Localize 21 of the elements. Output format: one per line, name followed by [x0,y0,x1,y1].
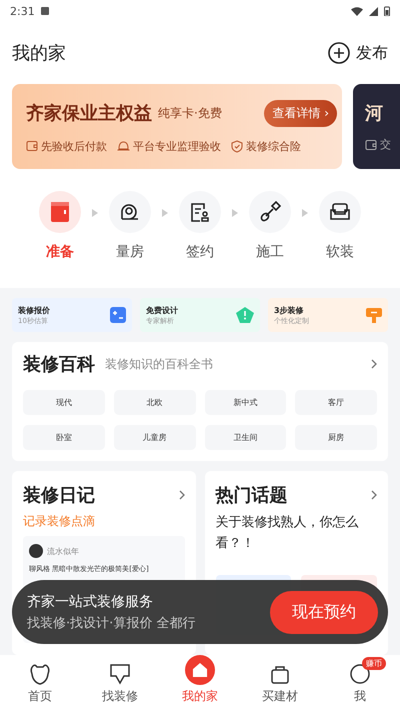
section-subtitle: 装修知识的百科全书 [105,356,213,372]
promo-title: 河 [365,102,383,125]
promo-subtitle: 纯享卡·免费 [158,104,222,122]
benefit-text: 交 [380,137,391,152]
shortcut-title: 装修报价 [18,304,51,316]
page-title: 我的家 [12,42,67,65]
shortcut-title: 3步装修 [274,304,305,316]
section-title: 热门话题 [216,484,288,507]
shortcut-title: 免费设计 [146,304,179,316]
toast-title: 齐家一站式装修服务 [27,592,154,610]
promo-title: 齐家保业主权益 [26,102,152,125]
section-title: 装修日记 [23,484,95,507]
section-subtitle: 记录装修点滴 [23,513,96,530]
benefit-text: 先验收后付款 [41,138,107,154]
section-title: 装修百科 [23,353,95,376]
coin-badge: 赚币 [362,657,386,670]
benefit-text: 平台专业监理验收 [133,138,221,154]
toast-text: 找装修·找设计·算报价 全都行 [27,614,196,632]
benefit-text: 装修综合险 [246,138,301,154]
status-time: 2:31 [10,4,35,18]
author-name: 流水似年 [47,546,79,556]
